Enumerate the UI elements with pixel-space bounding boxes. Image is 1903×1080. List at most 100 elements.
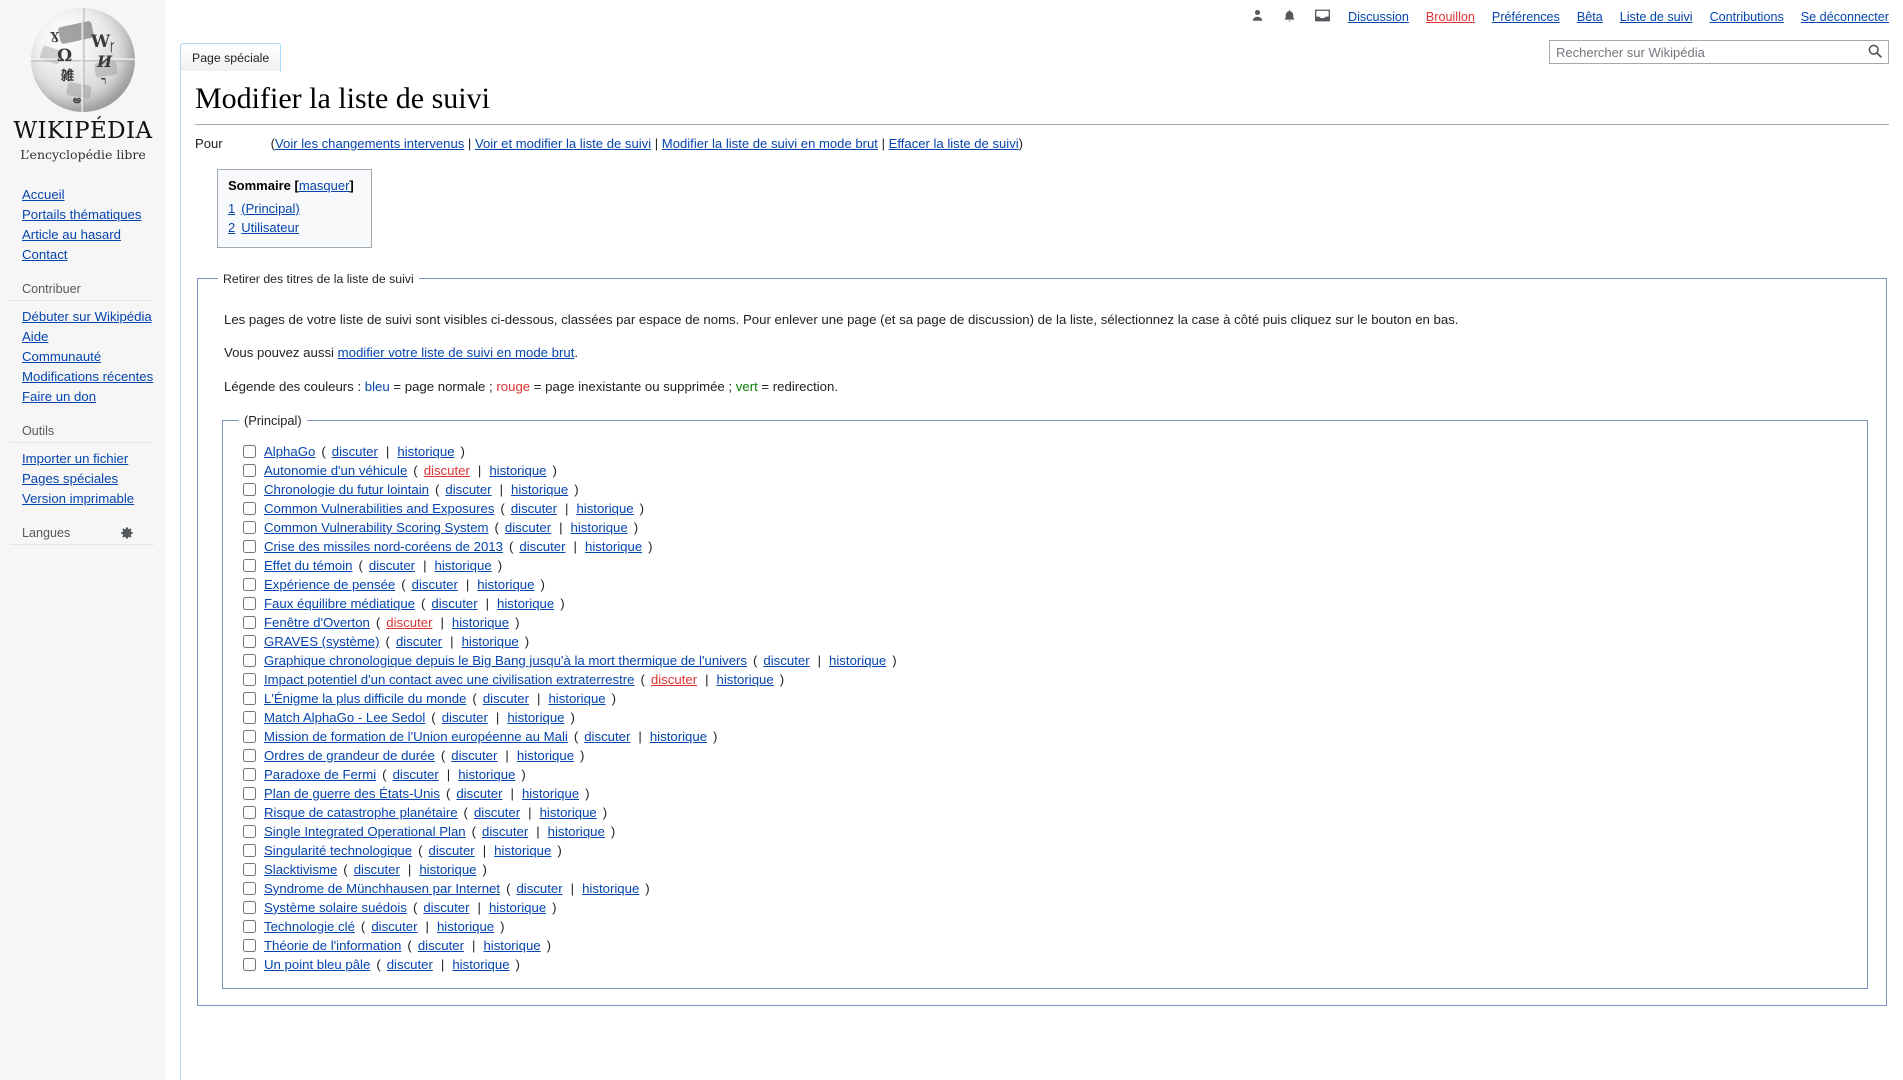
watchlist-page-link[interactable]: Match AlphaGo - Lee Sedol [264,708,425,727]
watchlist-page-link[interactable]: Effet du témoin [264,556,352,575]
watchlist-history-link[interactable]: historique [419,860,476,879]
watchlist-history-link[interactable]: historique [582,879,639,898]
watchlist-row-checkbox[interactable] [243,824,256,838]
watchlist-row-checkbox[interactable] [243,596,256,610]
watchlist-talk-link[interactable]: discuter [354,860,400,879]
watchlist-history-link[interactable]: historique [462,632,519,651]
sidebar-item-importer-un-fichier[interactable]: Importer un fichier [22,448,166,468]
watchlist-talk-link[interactable]: discuter [371,917,417,936]
watchlist-page-link[interactable]: Faux équilibre médiatique [264,594,415,613]
toc-text[interactable]: Utilisateur [241,220,299,235]
personal-link-se-deconnecter[interactable]: Se déconnecter [1801,10,1889,24]
toc-item-utilisateur[interactable]: 2 Utilisateur [228,218,354,237]
watchlist-page-link[interactable]: Crise des missiles nord-coréens de 2013 [264,537,503,556]
watchlist-row-checkbox[interactable] [243,539,256,553]
watchlist-talk-link[interactable]: discuter [429,841,475,860]
sidebar-item-faire-un-don[interactable]: Faire un don [22,386,166,406]
watchlist-talk-link[interactable]: discuter [511,499,557,518]
watchlist-page-link[interactable]: L'Énigme la plus difficile du monde [264,689,466,708]
search-icon[interactable] [1866,43,1884,61]
watchlist-talk-link[interactable]: discuter [393,765,439,784]
search-input[interactable] [1549,40,1889,64]
watchlist-history-link[interactable]: historique [540,803,597,822]
sidebar-link-label[interactable]: Débuter sur Wikipédia [22,309,152,324]
watchlist-page-link[interactable]: Risque de catastrophe planétaire [264,803,458,822]
watchlist-history-link[interactable]: historique [494,841,551,860]
watchlist-talk-link[interactable]: discuter [412,575,458,594]
watchlist-page-link[interactable]: Paradoxe de Fermi [264,765,376,784]
watchlist-history-link[interactable]: historique [548,689,605,708]
toc-text[interactable]: (Principal) [241,201,300,216]
watchlist-row-checkbox[interactable] [243,862,256,876]
watchlist-talk-link[interactable]: discuter [386,613,432,632]
gear-icon[interactable] [120,526,134,540]
watchlist-history-link[interactable]: historique [548,822,605,841]
sidebar-link-label[interactable]: Modifications récentes [22,369,153,384]
sidebar-link-label[interactable]: Version imprimable [22,491,134,506]
watchlist-history-link[interactable]: historique [477,575,534,594]
watchlist-row-checkbox[interactable] [243,501,256,515]
watchlist-history-link[interactable]: historique [397,442,454,461]
watchlist-talk-link[interactable]: discuter [442,708,488,727]
watchlist-row-checkbox[interactable] [243,615,256,629]
toc-toggle-link[interactable]: masquer [299,178,350,193]
sidebar-link-label[interactable]: Communauté [22,349,101,364]
subtitle-link-mode-brut[interactable]: Modifier la liste de suivi en mode brut [662,136,878,151]
watchlist-page-link[interactable]: Technologie clé [264,917,355,936]
sidebar-link-label[interactable]: Aide [22,329,48,344]
personal-link-label[interactable]: Discussion [1348,10,1409,24]
watchlist-talk-link[interactable]: discuter [519,537,565,556]
watchlist-history-link[interactable]: historique [585,537,642,556]
watchlist-history-link[interactable]: historique [571,518,628,537]
watchlist-row-checkbox[interactable] [243,463,256,477]
watchlist-talk-link[interactable]: discuter [387,955,433,974]
watchlist-history-link[interactable]: historique [829,651,886,670]
watchlist-talk-link[interactable]: discuter [424,461,470,480]
sidebar-item-article-au-hasard[interactable]: Article au hasard [22,224,166,244]
watchlist-history-link[interactable]: historique [437,917,494,936]
watchlist-row-checkbox[interactable] [243,748,256,762]
watchlist-history-link[interactable]: historique [507,708,564,727]
watchlist-page-link[interactable]: Autonomie d'un véhicule [264,461,407,480]
sidebar-link-label[interactable]: Faire un don [22,389,96,404]
personal-link-label[interactable]: Préférences [1492,10,1560,24]
watchlist-history-link[interactable]: historique [576,499,633,518]
watchlist-talk-link[interactable]: discuter [516,879,562,898]
personal-link-label[interactable]: Liste de suivi [1620,10,1693,24]
watchlist-page-link[interactable]: Syndrome de Münchhausen par Internet [264,879,500,898]
personal-link-preferences[interactable]: Préférences [1492,10,1560,24]
watchlist-row-checkbox[interactable] [243,558,256,572]
subtitle-link-voir-et-modifier[interactable]: Voir et modifier la liste de suivi [475,136,651,151]
watchlist-history-link[interactable]: historique [650,727,707,746]
watchlist-talk-link[interactable]: discuter [369,556,415,575]
watchlist-talk-link[interactable]: discuter [423,898,469,917]
sidebar-item-debuter[interactable]: Débuter sur Wikipédia [22,306,166,326]
watchlist-page-link[interactable]: Un point bleu pâle [264,955,370,974]
watchlist-talk-link[interactable]: discuter [445,480,491,499]
watchlist-talk-link[interactable]: discuter [505,518,551,537]
watchlist-talk-link[interactable]: discuter [474,803,520,822]
inbox-tray-icon[interactable] [1314,8,1331,26]
personal-link-label[interactable]: Se déconnecter [1801,10,1889,24]
watchlist-page-link[interactable]: Graphique chronologique depuis le Big Ba… [264,651,747,670]
watchlist-page-link[interactable]: Single Integrated Operational Plan [264,822,466,841]
watchlist-row-checkbox[interactable] [243,919,256,933]
watchlist-row-checkbox[interactable] [243,520,256,534]
watchlist-row-checkbox[interactable] [243,634,256,648]
sidebar-item-communaute[interactable]: Communauté [22,346,166,366]
site-logo-block[interactable]: W Ω И 雑 Ɣ ᚴ ר అ WIKIPÉDIA L’encyclopédie… [0,0,166,162]
personal-link-label[interactable]: Contributions [1710,10,1784,24]
watchlist-page-link[interactable]: Théorie de l'information [264,936,401,955]
sidebar-link-label[interactable]: Pages spéciales [22,471,118,486]
watchlist-page-link[interactable]: GRAVES (système) [264,632,380,651]
watchlist-history-link[interactable]: historique [452,955,509,974]
watchlist-page-link[interactable]: Ordres de grandeur de durée [264,746,435,765]
watchlist-page-link[interactable]: Mission de formation de l'Union européen… [264,727,568,746]
watchlist-page-link[interactable]: Système solaire suédois [264,898,407,917]
sidebar-link-label[interactable]: Contact [22,247,67,262]
watchlist-row-checkbox[interactable] [243,786,256,800]
subtitle-link-effacer[interactable]: Effacer la liste de suivi [889,136,1019,151]
watchlist-history-link[interactable]: historique [435,556,492,575]
personal-link-beta[interactable]: Bêta [1577,10,1603,24]
watchlist-row-checkbox[interactable] [243,444,256,458]
